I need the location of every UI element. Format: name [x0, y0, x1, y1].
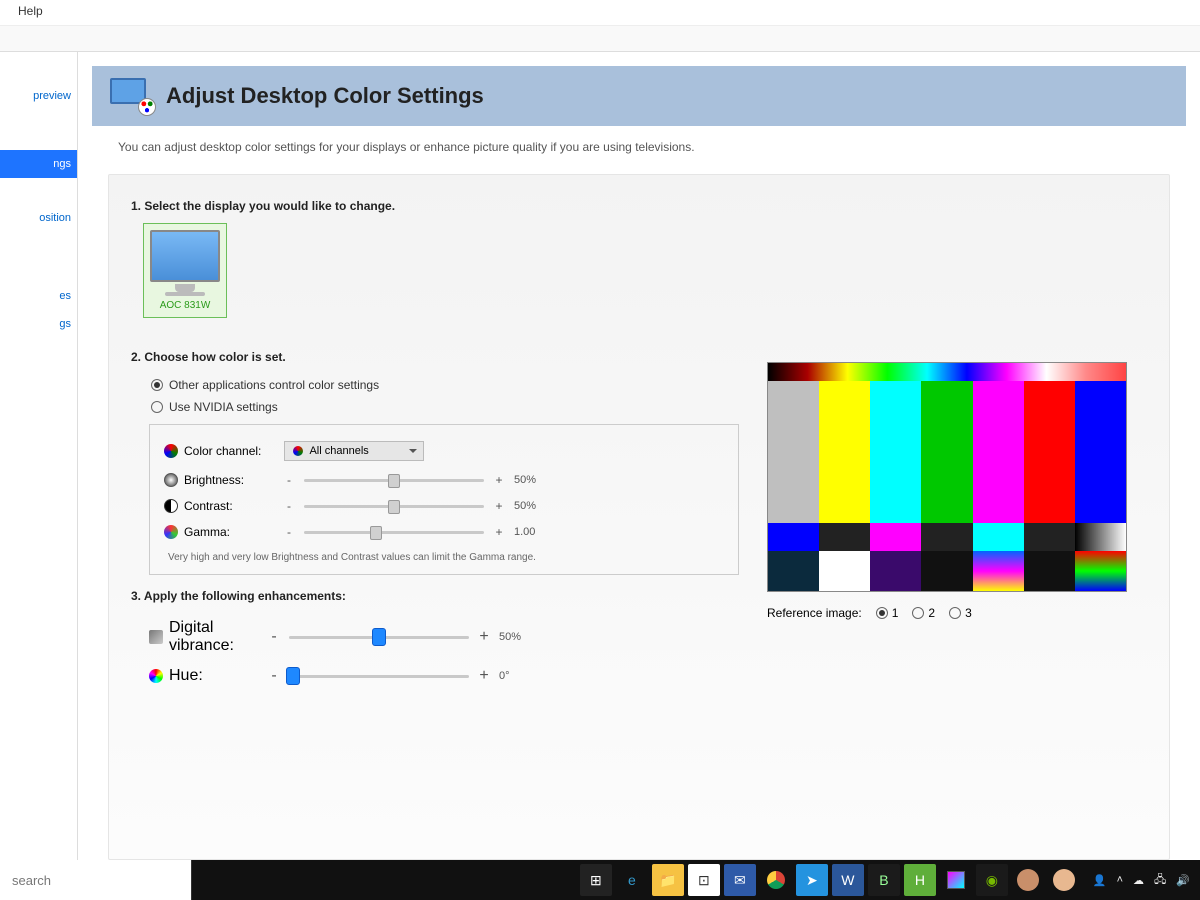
ref-radio-2[interactable]: 2 — [912, 606, 935, 620]
ref-radio-3[interactable]: 3 — [949, 606, 972, 620]
color-channel-value: All channels — [309, 445, 368, 457]
color-app-icon[interactable] — [940, 864, 972, 896]
taskbar: search ⊞ e 📁 ⊡ ✉ ➤ W B H ◉ 👤 ˄ ☁ 🖧 🔊 — [0, 860, 1200, 900]
contrast-label: Contrast: — [184, 499, 233, 513]
hue-icon — [149, 669, 163, 683]
edge-icon[interactable]: e — [616, 864, 648, 896]
radio-icon — [151, 379, 163, 391]
radio-nvidia-label: Use NVIDIA settings — [169, 400, 278, 414]
radio-other-label: Other applications control color setting… — [169, 378, 379, 392]
hue-row: Hue: - + 0° — [131, 661, 739, 691]
reference-label: Reference image: — [767, 606, 862, 620]
contrast-row: Contrast: - + 50% — [164, 493, 724, 519]
hue-slider[interactable] — [289, 669, 469, 683]
brightness-slider[interactable] — [304, 473, 484, 487]
app-b-icon[interactable]: B — [868, 864, 900, 896]
contrast-plus[interactable]: + — [494, 499, 504, 513]
color-channel-icon — [164, 444, 178, 458]
hue-plus[interactable]: + — [479, 667, 489, 685]
vibrance-row: Digital vibrance: - + 50% — [131, 613, 739, 661]
gamma-note: Very high and very low Brightness and Co… — [164, 545, 724, 564]
avatar2-icon[interactable] — [1048, 864, 1080, 896]
brightness-icon — [164, 473, 178, 487]
file-explorer-icon[interactable]: 📁 — [652, 864, 684, 896]
color-settings-group: Color channel: All channels Brightness: … — [149, 424, 739, 575]
menu-help[interactable]: Help — [12, 2, 49, 20]
page-description: You can adjust desktop color settings fo… — [92, 126, 1186, 168]
display-name-label: AOC 831W — [150, 300, 220, 311]
sidebar: preview ngs osition es gs — [0, 52, 78, 860]
sidebar-item-preview[interactable]: preview — [0, 82, 77, 110]
page-title: Adjust Desktop Color Settings — [166, 83, 484, 109]
monitor-icon — [150, 230, 220, 282]
contrast-icon — [164, 499, 178, 513]
tray-onedrive-icon[interactable]: ☁ — [1133, 874, 1144, 887]
gamma-icon — [164, 525, 178, 539]
radio-icon — [151, 401, 163, 413]
contrast-minus[interactable]: - — [284, 499, 294, 513]
brightness-plus[interactable]: + — [494, 473, 504, 487]
sidebar-item-active[interactable]: ngs — [0, 150, 77, 178]
menu-bar: Help — [0, 0, 1200, 26]
color-channel-row: Color channel: All channels — [164, 435, 724, 467]
sidebar-item-position[interactable]: osition — [0, 204, 77, 232]
section2-title: 2. Choose how color is set. — [131, 350, 739, 364]
word-icon[interactable]: W — [832, 864, 864, 896]
vibrance-slider[interactable] — [289, 630, 469, 644]
monitor-color-icon — [110, 78, 152, 114]
vibrance-label: Digital vibrance: — [169, 619, 259, 655]
tray-volume-icon[interactable]: 🔊 — [1176, 874, 1190, 887]
reference-image-selector: Reference image: 1 2 3 — [767, 606, 1147, 620]
hue-value: 0° — [499, 670, 539, 682]
brightness-value: 50% — [514, 474, 554, 486]
section1-title: 1. Select the display you would like to … — [131, 199, 1147, 213]
mail-icon[interactable]: ✉ — [724, 864, 756, 896]
system-tray[interactable]: 👤 ˄ ☁ 🖧 🔊 — [1083, 871, 1200, 890]
display-option[interactable]: AOC 831W — [143, 223, 227, 318]
gamma-plus[interactable]: + — [494, 525, 504, 539]
vibrance-plus[interactable]: + — [479, 628, 489, 646]
radio-nvidia-settings[interactable]: Use NVIDIA settings — [131, 396, 739, 418]
settings-panel: 1. Select the display you would like to … — [108, 174, 1170, 860]
store-icon[interactable]: ⊡ — [688, 864, 720, 896]
avatar1-icon[interactable] — [1012, 864, 1044, 896]
contrast-value: 50% — [514, 500, 554, 512]
tray-up-icon[interactable]: ˄ — [1117, 874, 1123, 886]
gamma-row: Gamma: - + 1.00 — [164, 519, 724, 545]
vibrance-minus[interactable]: - — [269, 628, 279, 646]
gamma-minus[interactable]: - — [284, 525, 294, 539]
nvidia-icon[interactable]: ◉ — [976, 864, 1008, 896]
reference-image — [767, 362, 1127, 592]
tray-network-icon[interactable]: 🖧 — [1154, 871, 1166, 890]
brightness-label: Brightness: — [184, 473, 244, 487]
page-header: Adjust Desktop Color Settings — [92, 66, 1186, 126]
address-bar — [0, 26, 1200, 52]
taskbar-search[interactable]: search — [0, 860, 192, 900]
sidebar-item-gs[interactable]: gs — [0, 310, 77, 338]
color-channel-label: Color channel: — [184, 444, 261, 458]
hue-minus[interactable]: - — [269, 667, 279, 685]
channel-swatch-icon — [293, 446, 303, 456]
radio-other-apps[interactable]: Other applications control color setting… — [131, 374, 739, 396]
gamma-slider[interactable] — [304, 525, 484, 539]
brightness-minus[interactable]: - — [284, 473, 294, 487]
reference-panel: Reference image: 1 2 3 — [767, 344, 1147, 620]
sidebar-item-es[interactable]: es — [0, 282, 77, 310]
task-view-icon[interactable]: ⊞ — [580, 864, 612, 896]
ref-radio-1[interactable]: 1 — [876, 606, 899, 620]
app-h-icon[interactable]: H — [904, 864, 936, 896]
gamma-value: 1.00 — [514, 526, 554, 538]
main-content: Adjust Desktop Color Settings You can ad… — [78, 52, 1200, 860]
contrast-slider[interactable] — [304, 499, 484, 513]
hue-label: Hue: — [169, 667, 203, 685]
brightness-row: Brightness: - + 50% — [164, 467, 724, 493]
vibrance-value: 50% — [499, 631, 539, 643]
vibrance-icon — [149, 630, 163, 644]
chrome-icon[interactable] — [760, 864, 792, 896]
gamma-label: Gamma: — [184, 525, 230, 539]
tray-people-icon[interactable]: 👤 — [1093, 874, 1107, 887]
section3-title: 3. Apply the following enhancements: — [131, 589, 739, 603]
telegram-icon[interactable]: ➤ — [796, 864, 828, 896]
color-channel-dropdown[interactable]: All channels — [284, 441, 424, 461]
